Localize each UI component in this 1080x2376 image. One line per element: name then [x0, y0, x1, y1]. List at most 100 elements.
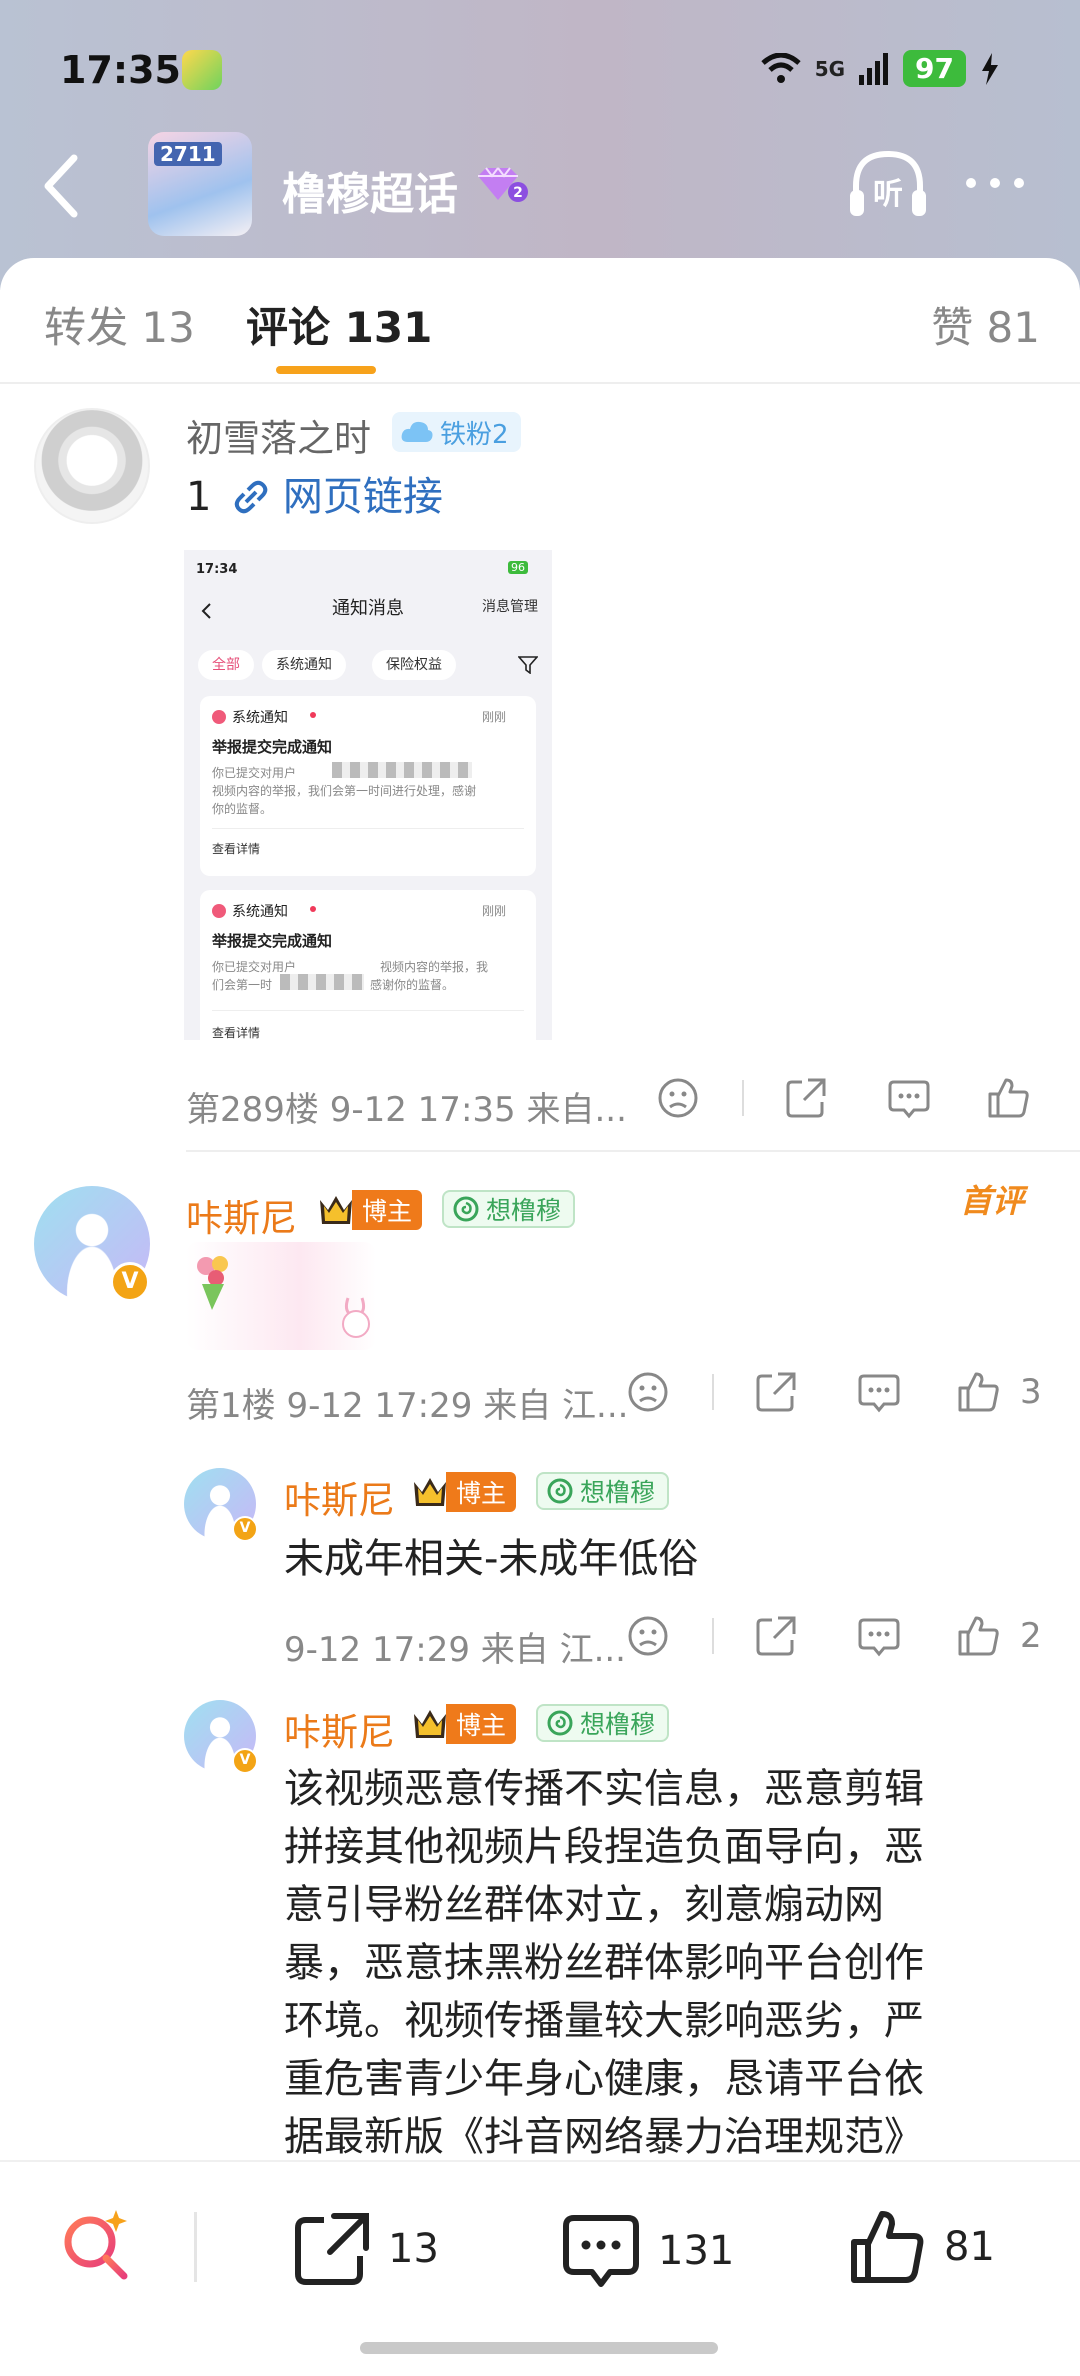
topic-header: 17:35 5G 97 2711 橹穆超话 2 听: [0, 0, 1080, 290]
reply-text: 未成年相关-未成年低俗: [284, 1536, 699, 1582]
image-blur: [280, 974, 364, 990]
verified-badge: V: [232, 1516, 258, 1542]
image-card-line: 们会第一时: [212, 978, 273, 992]
image-card-title: 举报提交完成通知: [212, 932, 333, 950]
reply-text-line: 据最新版《抖音网络暴力治理规范》: [284, 2114, 924, 2160]
battery-level: 97: [903, 50, 966, 87]
listen-icon[interactable]: 听: [846, 146, 930, 222]
diamond-level-icon: 2: [478, 167, 528, 202]
reply-meta: 9-12 17:29 来自 江...: [284, 1630, 626, 1670]
reply-text-line: 意引导粉丝群体对立，刻意煽动网: [284, 1882, 884, 1928]
reply-icon[interactable]: [856, 1614, 902, 1658]
active-tab-indicator: [276, 366, 376, 374]
image-card-tag: 刚刚: [481, 710, 506, 724]
first-comment-label: 首评: [960, 1182, 1025, 1220]
comment-username[interactable]: 咔斯尼: [186, 1188, 297, 1242]
bunny-sticker-icon: [342, 1297, 370, 1338]
image-card-line: 感谢你的监督。: [370, 978, 455, 992]
comment-button[interactable]: 131: [562, 2212, 734, 2290]
like-icon[interactable]: [956, 1370, 1002, 1414]
topic-level: 2: [513, 185, 523, 201]
share-icon[interactable]: [784, 1076, 828, 1120]
fan-tag-label: 想橹穆: [580, 1710, 656, 1739]
image-card-title: 举报提交完成通知: [212, 738, 333, 756]
fan-tag-label: 想橹穆: [486, 1196, 562, 1225]
avatar[interactable]: [34, 408, 150, 524]
divider: [712, 1374, 714, 1410]
reply-username[interactable]: 咔斯尼: [284, 1702, 395, 1756]
web-link[interactable]: 网页链接: [283, 474, 443, 520]
fan-tag-label: 想橹穆: [580, 1478, 656, 1507]
image-card-line: 你的监督。: [212, 802, 273, 816]
comment-username[interactable]: 初雪落之时: [186, 408, 371, 462]
network-type: 5G: [814, 56, 846, 81]
back-icon[interactable]: [36, 150, 86, 222]
search-ai-icon[interactable]: [58, 2206, 134, 2282]
divider: [186, 1150, 1080, 1152]
charging-icon: [982, 52, 998, 85]
image-card-label: 系统通知: [232, 710, 288, 726]
reply-text-line: 环境。视频传播量较大影响恶劣，严: [284, 1998, 924, 2044]
divider: [742, 1080, 744, 1116]
image-card-more: 查看详情: [212, 842, 261, 856]
reply-text-line: 暴，恶意抹黑粉丝群体影响平台创作: [284, 1940, 924, 1986]
link-icon: [234, 480, 268, 514]
share-icon[interactable]: [754, 1370, 798, 1414]
reply-icon[interactable]: [856, 1370, 902, 1414]
dislike-face-icon[interactable]: [626, 1370, 670, 1414]
like-icon[interactable]: [986, 1076, 1032, 1120]
like-count: 81: [944, 2224, 995, 2270]
like-count: 2: [1020, 1616, 1042, 1656]
like-count: 3: [1020, 1372, 1042, 1412]
image-card-label: 系统通知: [232, 904, 288, 920]
image-blur: [332, 762, 472, 778]
image-chip: 保险权益: [372, 650, 456, 680]
like-icon: [851, 2211, 924, 2283]
tab-like[interactable]: 赞 81: [931, 294, 1040, 355]
crown-icon: [414, 1710, 446, 1738]
verified-badge: V: [232, 1748, 258, 1774]
image-filter-icon: [518, 656, 538, 674]
lollipop-icon: [453, 1196, 479, 1222]
blogger-badge: 博主: [410, 1472, 517, 1512]
status-time: 17:35: [60, 48, 181, 92]
image-chip: 全部: [198, 650, 254, 680]
image-manage: 消息管理: [482, 599, 538, 615]
forward-count: 13: [388, 2226, 439, 2272]
fan-tag-badge: 想橹穆: [536, 1704, 670, 1742]
blogger-label: 博主: [446, 1472, 517, 1512]
reply-username[interactable]: 咔斯尼: [284, 1470, 395, 1524]
comment-image[interactable]: 17:34 96 通知消息 消息管理 全部 系统通知 保险权益 系统通知 刚刚 …: [184, 550, 552, 1040]
blogger-label: 博主: [352, 1190, 423, 1230]
like-button[interactable]: 81: [850, 2208, 995, 2286]
dislike-face-icon[interactable]: [656, 1076, 700, 1120]
tab-comment[interactable]: 评论 131: [246, 294, 432, 355]
blogger-badge: 博主: [316, 1190, 423, 1230]
topic-avatar[interactable]: 2711: [148, 132, 252, 236]
comment-meta: 第289楼 9-12 17:35 来自...: [186, 1090, 627, 1130]
comment-text: 1 网页链接: [186, 468, 443, 526]
forward-button[interactable]: 13: [294, 2212, 439, 2286]
image-card-line: 你已提交对用户: [212, 766, 297, 780]
image-card-tag: 刚刚: [481, 904, 506, 918]
verified-badge: V: [110, 1262, 150, 1302]
like-icon[interactable]: [956, 1614, 1002, 1658]
lollipop-icon: [547, 1478, 573, 1504]
fan-level-label: 铁粉2: [440, 419, 509, 450]
reply-icon[interactable]: [886, 1076, 932, 1120]
fan-tag-badge: 想橹穆: [536, 1472, 670, 1510]
tab-forward[interactable]: 转发 13: [44, 294, 195, 355]
sticker-image[interactable]: [186, 1242, 376, 1350]
reply-text-line: 该视频恶意传播不实信息，恶意剪辑: [284, 1766, 924, 1812]
topic-avatar-tag: 2711: [154, 142, 222, 166]
lollipop-icon: [547, 1710, 573, 1736]
dislike-face-icon[interactable]: [626, 1614, 670, 1658]
more-options-icon[interactable]: [966, 178, 1024, 188]
forward-icon: [295, 2213, 369, 2285]
reply-text: 该视频恶意传播不实信息，恶意剪辑 拼接其他视频片段捏造负面导向，恶 意引导粉丝群…: [284, 1760, 1044, 2166]
home-indicator: [360, 2342, 718, 2354]
share-icon[interactable]: [754, 1614, 798, 1658]
listen-label: 听: [873, 177, 903, 212]
topic-title[interactable]: 橹穆超话: [282, 158, 458, 222]
divider: [194, 2212, 197, 2282]
